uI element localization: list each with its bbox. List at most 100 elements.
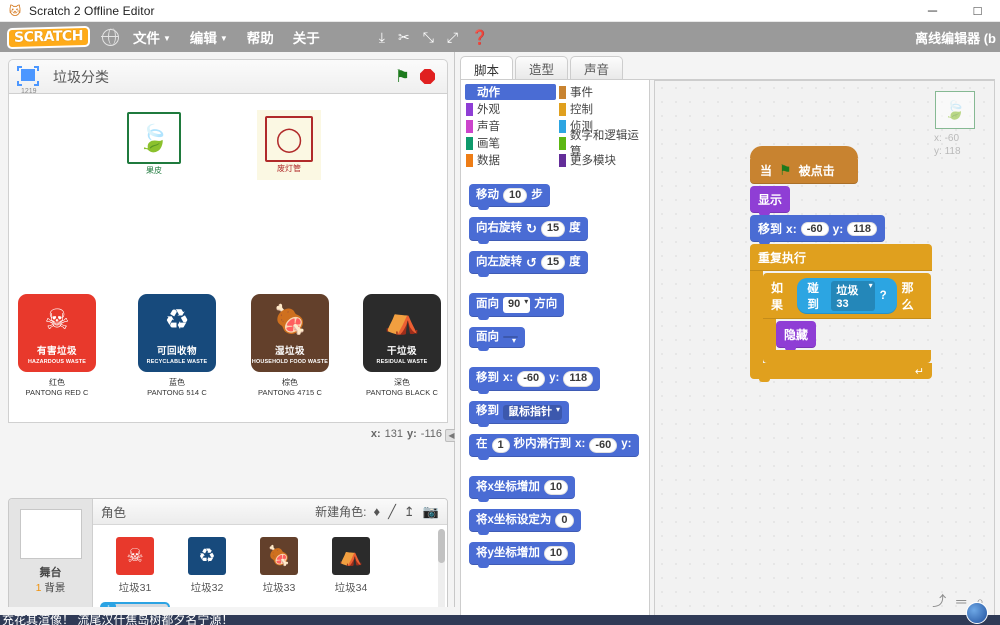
waste-card-recyclable[interactable]: ♻ 可回收物 RECYCLABLE WASTE 蓝色 PANTONG 514 C: [135, 294, 219, 397]
block-category-6[interactable]: 画笔: [465, 135, 556, 151]
scratch-logo[interactable]: SCRATCH: [7, 25, 90, 49]
block-dropdown[interactable]: [503, 336, 518, 346]
block-category-8[interactable]: 数据: [465, 152, 556, 168]
block-number-input[interactable]: 15: [540, 221, 566, 237]
if-then-block[interactable]: 如果 碰到 垃圾33 ? 那么: [763, 273, 931, 366]
forever-block[interactable]: 重复执行 如果 碰到 垃圾33 ▾ ? 那么 隐藏 ↵: [750, 244, 932, 382]
menu-help[interactable]: 帮助: [247, 27, 274, 47]
block-category-2[interactable]: 外观: [465, 101, 556, 117]
sprite-cell-3[interactable]: ⛺ 垃圾34: [316, 530, 386, 600]
block-category-0[interactable]: 动作: [465, 84, 556, 100]
block-dropdown[interactable]: 鼠标指针: [503, 404, 562, 420]
stop-button[interactable]: [420, 69, 435, 84]
sprite-cell-1[interactable]: ♻ 垃圾32: [172, 530, 242, 600]
hat-prefix: 当: [760, 164, 773, 178]
shrink-icon[interactable]: ⤢: [447, 30, 458, 44]
block-number-input[interactable]: 10: [543, 479, 569, 496]
taskbar-text: 充花其渲像！ 流尾汉什焦岛树都夕名宁源！: [2, 615, 234, 625]
goto-x-input[interactable]: -60: [800, 221, 829, 236]
block-number-input[interactable]: 15: [540, 254, 566, 271]
palette-block-12[interactable]: 将x坐标设定为 0: [469, 509, 581, 536]
palette-block-11[interactable]: 将x坐标增加 10: [469, 475, 576, 503]
block-number-input[interactable]: 0: [555, 513, 574, 529]
hide-block[interactable]: 隐藏: [776, 321, 817, 351]
stage-sprite-feidengguan[interactable]: ◯ 废灯管: [257, 110, 321, 180]
palette-block-4[interactable]: 面向 90方向: [469, 293, 565, 320]
stage-canvas[interactable]: 🍃 果皮 ◯ 废灯管 ☠ 有害垃圾 HAZARDOUS WASTE 红色 PAN…: [8, 93, 448, 423]
project-title[interactable]: 垃圾分类: [53, 67, 109, 87]
block-number-input[interactable]: -60: [589, 437, 618, 453]
palette-block-13[interactable]: 将y坐标增加 10: [469, 542, 576, 569]
system-tray-orb-icon[interactable]: [966, 602, 988, 624]
tab-costumes[interactable]: 造型: [515, 56, 569, 79]
touching-block[interactable]: 碰到 垃圾33 ?: [797, 278, 897, 314]
menu-help-label: 帮助: [246, 31, 274, 46]
block-label: x:: [503, 372, 514, 385]
block-number-input[interactable]: 10: [543, 546, 569, 562]
block-number-input[interactable]: 1: [491, 437, 510, 453]
block-category-7[interactable]: 数字和逻辑运算: [558, 130, 649, 158]
palette-block-0[interactable]: 移动 10 步: [469, 184, 550, 211]
coord-x-label: x:: [370, 428, 381, 440]
fullscreen-icon[interactable]: 1219: [17, 65, 41, 95]
upload-sprite-icon[interactable]: ↥: [404, 504, 415, 520]
palette-block-8[interactable]: 移到 鼠标指针: [469, 400, 569, 427]
block-dropdown[interactable]: 90: [503, 297, 531, 313]
palette-block-9[interactable]: 在 1 秒内滑行到 x: -60 y:: [469, 433, 639, 461]
block-number-input[interactable]: 10: [503, 188, 528, 204]
show-block[interactable]: 显示: [750, 186, 791, 216]
block-category-1[interactable]: 事件: [558, 84, 649, 100]
grow-icon[interactable]: ⤡: [423, 30, 434, 44]
minimize-button[interactable]: ─: [910, 0, 955, 22]
touching-target-dropdown[interactable]: 垃圾33: [831, 281, 875, 311]
waste-card-cn: 干垃圾: [386, 346, 417, 357]
goto-y-input[interactable]: 118: [847, 221, 878, 236]
waste-card-hazardous[interactable]: ☠ 有害垃圾 HAZARDOUS WASTE 红色 PANTONG RED C: [15, 294, 99, 397]
tab-scripts[interactable]: 脚本: [460, 56, 514, 81]
category-label: 事件: [570, 87, 593, 99]
when-flag-clicked-block[interactable]: 当 ⚑ 被点击: [750, 146, 858, 184]
waste-card-food[interactable]: 🍖 湿垃圾 HOUSEHOLD FOOD WASTE 棕色 PANTONG 47…: [248, 294, 332, 397]
sprite-library-icon[interactable]: ♦: [373, 504, 380, 519]
watermark-x-value: -60: [944, 133, 960, 144]
script-stack[interactable]: 当 ⚑ 被点击 显示 移到 x: -60 y: 118 重复执行 如果 碰到 垃…: [750, 146, 932, 382]
turn-arrow-icon: ↺: [526, 254, 537, 270]
camera-sprite-icon[interactable]: 📷: [423, 504, 439, 520]
paint-sprite-icon[interactable]: ╱: [388, 504, 396, 520]
block-category-9[interactable]: 更多模块: [558, 152, 649, 168]
sprite-cell-0[interactable]: ☠ 垃圾31: [100, 530, 170, 600]
stage-sprite-guopi[interactable]: 🍃 果皮: [127, 112, 181, 176]
script-canvas[interactable]: 🍃 x: -60 y: 118 当 ⚑ 被点击 显示 移到 x: -60 y: …: [654, 80, 995, 618]
scissors-icon[interactable]: ✂: [398, 30, 410, 44]
green-flag-icon[interactable]: ⚑: [395, 67, 410, 87]
palette-block-5[interactable]: 面向: [469, 326, 525, 352]
block-number-input[interactable]: -60: [517, 371, 546, 387]
palette-block-2[interactable]: 向左旋转 ↺ 15 度: [469, 250, 588, 277]
zoom-out-icon[interactable]: ═: [956, 593, 966, 609]
help-icon[interactable]: ❓: [471, 30, 488, 44]
sprite-thumbnail: ⛺: [329, 534, 373, 578]
sprite-symbol-icon: ⛺: [332, 537, 370, 575]
menu-edit[interactable]: 编辑 ▼: [190, 27, 228, 47]
block-label: 向右旋转: [476, 222, 522, 235]
zoom-reset-icon[interactable]: ⤴: [932, 591, 946, 611]
menu-file-label: 文件: [132, 31, 160, 46]
stage-thumbnail[interactable]: [19, 509, 82, 559]
tab-sounds[interactable]: 声音: [570, 56, 624, 79]
block-category-3[interactable]: 控制: [558, 101, 649, 117]
block-number-input[interactable]: 118: [563, 371, 594, 387]
waste-card-residual[interactable]: ⛺ 干垃圾 RESIDUAL WASTE 深色 PANTONG BLACK C: [360, 294, 444, 397]
stamp-icon[interactable]: ⤓: [379, 30, 385, 44]
menu-about[interactable]: 关于: [293, 27, 320, 47]
palette-block-7[interactable]: 移到 x: -60 y: 118: [469, 367, 601, 394]
sprite-cell-2[interactable]: 🍖 垃圾33: [244, 530, 314, 600]
globe-icon[interactable]: [101, 27, 119, 46]
sprite-watermark: 🍃 x: -60 y: 118: [928, 91, 982, 158]
palette-block-1[interactable]: 向右旋转 ↻ 15 度: [469, 217, 588, 244]
scrollbar-thumb[interactable]: [438, 529, 445, 563]
block-category-4[interactable]: 声音: [465, 118, 556, 134]
forever-label: 重复执行: [758, 251, 807, 265]
menu-file[interactable]: 文件 ▼: [133, 27, 171, 47]
goto-xy-block[interactable]: 移到 x: -60 y: 118: [750, 215, 886, 245]
maximize-button[interactable]: □: [955, 0, 1000, 22]
